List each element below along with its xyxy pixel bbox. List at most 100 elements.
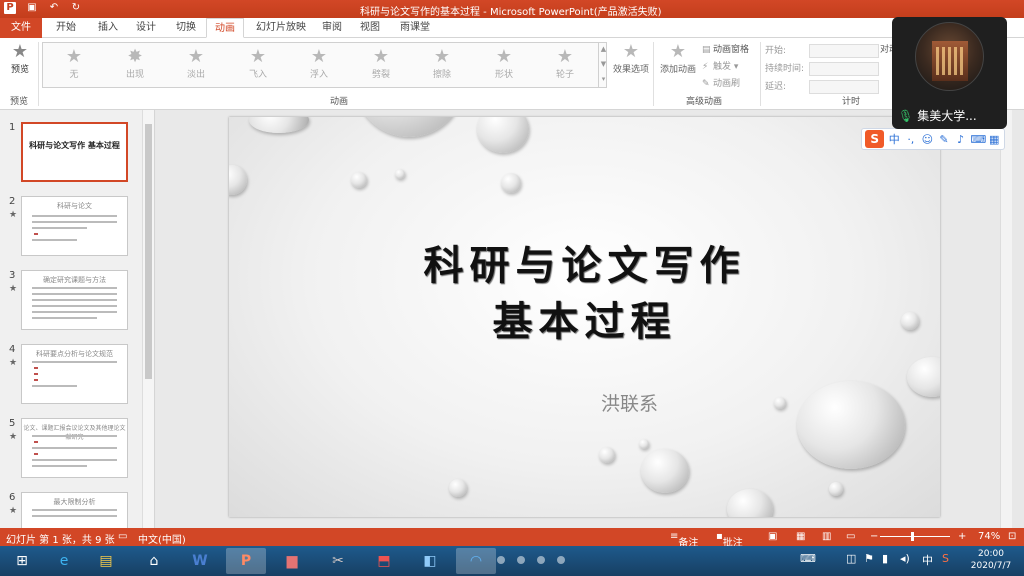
powerpoint-taskbar-icon[interactable]: P [226, 548, 266, 574]
slide-number: 6 [9, 492, 16, 503]
slide-title-line1[interactable]: 科研与论文写作 [229, 233, 940, 291]
animation-wheel[interactable]: ★ 轮子 [540, 47, 590, 81]
keyboard-tray-icon[interactable]: ⌨ [800, 552, 816, 565]
tab-transitions[interactable]: 切换 [168, 18, 204, 38]
tab-home[interactable]: 开始 [48, 18, 84, 38]
tab-view[interactable]: 视图 [352, 18, 388, 38]
tab-design[interactable]: 设计 [128, 18, 164, 38]
battery-tray-icon[interactable]: ▮ [882, 552, 888, 565]
emoji-icon[interactable]: ☺ [921, 133, 935, 146]
tencent-meeting-icon[interactable]: ◠ [456, 548, 496, 574]
zoom-in-icon[interactable]: + [958, 531, 966, 542]
slideshow-view-icon[interactable]: ▭ [846, 531, 855, 542]
save-icon[interactable]: ▣ [26, 2, 38, 14]
add-animation-label: 添加动画 [659, 65, 696, 75]
zoom-level[interactable]: 74% [978, 531, 1000, 542]
animation-pane-button[interactable]: ▤ 动画窗格 [702, 42, 749, 59]
delay-input[interactable] [809, 80, 879, 94]
slide-title-line2[interactable]: 基本过程 [229, 289, 940, 347]
word-icon[interactable]: W [180, 548, 220, 574]
reading-view-icon[interactable]: ▥ [822, 531, 831, 542]
preview-button[interactable]: ★ 预览 [4, 42, 36, 92]
keyboard-icon[interactable]: ⌨ [970, 133, 986, 146]
animation-fly-in[interactable]: ★ 飞入 [233, 47, 283, 81]
animation-star-icon: ★ [9, 210, 18, 220]
microphone-icon: 🎙 [898, 109, 914, 123]
slide-author[interactable]: 洪联系 [229, 389, 940, 416]
animation-none[interactable]: ★ 无 [49, 47, 99, 81]
ime-tray-indicator[interactable]: 中 [922, 552, 933, 568]
notes-button[interactable]: ≡ 备注 [670, 531, 698, 549]
animation-shape[interactable]: ★ 形状 [479, 47, 529, 81]
slide-sorter-icon[interactable]: ▦ [796, 531, 805, 542]
file-explorer-icon[interactable]: ▤ [86, 548, 126, 574]
tab-review[interactable]: 审阅 [314, 18, 350, 38]
animation-painter-button[interactable]: ✎ 动画刷 [702, 76, 749, 93]
tools-app-icon[interactable]: ✂ [318, 548, 358, 574]
proofing-icon[interactable]: ▭ [118, 531, 127, 542]
zoom-slider[interactable] [880, 536, 950, 537]
slide-thumbnail-row[interactable]: 2 ★ 科研与论文 [0, 196, 140, 264]
slide-thumbnail-row[interactable]: 5 ★ 论文、课题汇报会议论文及其他理论文献研究 [0, 418, 140, 486]
canvas-scrollbar[interactable] [1000, 110, 1012, 528]
animation-wipe[interactable]: ★ 擦除 [417, 47, 467, 81]
comments-button[interactable]: ▪ 批注 [716, 531, 743, 549]
tab-rain-classroom[interactable]: 雨课堂 [392, 18, 438, 38]
toolbox-icon[interactable]: ▦ [987, 133, 1001, 146]
toolbox-app-icon[interactable]: ▆ [272, 548, 312, 574]
thumbnails-scroll-thumb[interactable] [145, 124, 152, 379]
video-call-overlay[interactable]: 🎙 集美大学... [892, 17, 1007, 129]
animation-label: 轮子 [555, 70, 574, 80]
trigger-button[interactable]: ⚡ 触发 ▾ [702, 59, 749, 76]
flag-tray-icon[interactable]: ⚑ [864, 552, 874, 565]
ie-browser-icon[interactable]: e [44, 548, 84, 574]
animation-float-in[interactable]: ★ 浮入 [294, 47, 344, 81]
thumbnails-scrollbar[interactable] [142, 110, 154, 528]
normal-view-icon[interactable]: ▣ [768, 531, 777, 542]
duration-input[interactable] [809, 62, 879, 76]
undo-icon[interactable]: ↶ [48, 2, 60, 14]
recorder-app-icon[interactable]: ◧ [410, 548, 450, 574]
fit-slide-icon[interactable]: ⊡ [1008, 531, 1016, 542]
slide-thumbnail[interactable]: 科研与论文 [21, 196, 128, 256]
skin-icon[interactable]: ✎ [937, 133, 951, 146]
slide-thumbnail[interactable]: 科研与论文写作 基本过程 [21, 122, 128, 182]
start-icon[interactable]: ⊞ [2, 548, 42, 574]
slide-canvas[interactable]: 科研与论文写作 基本过程 洪联系 [229, 117, 940, 517]
slide-thumbnail-row[interactable]: 3 ★ 确定研究课题与方法 [0, 270, 140, 338]
slide-thumbnail[interactable]: 确定研究课题与方法 [21, 270, 128, 330]
language-indicator[interactable]: 中文(中国) [138, 531, 186, 546]
slide-thumbnail[interactable]: 论文、课题汇报会议论文及其他理论文献研究 [21, 418, 128, 478]
animation-split[interactable]: ★ 劈裂 [356, 47, 406, 81]
punctuation-icon[interactable]: ·, [904, 133, 918, 146]
redo-icon[interactable]: ↻ [70, 2, 82, 14]
animation-appear[interactable]: ✸ 出现 [110, 47, 160, 81]
voice-icon[interactable]: ♪ [954, 133, 968, 146]
thumbnail-title: 科研与论文写作 基本过程 [29, 141, 120, 150]
tab-animations[interactable]: 动画 [206, 18, 244, 38]
slide-thumbnail[interactable]: 科研要点分析与论文规范 [21, 344, 128, 404]
sogou-tray-icon[interactable]: S [942, 552, 949, 565]
gallery-scroll[interactable]: ▲ ▼ ▾ [598, 42, 608, 88]
home-icon[interactable]: ⌂ [134, 548, 174, 574]
animation-fade[interactable]: ★ 淡出 [171, 47, 221, 81]
start-select[interactable] [809, 44, 879, 58]
network-tray-icon[interactable]: ◫ [846, 552, 856, 565]
slide-thumbnail-row[interactable]: 4 ★ 科研要点分析与论文规范 [0, 344, 140, 412]
chinese-mode-icon[interactable]: 中 [887, 131, 901, 147]
tab-file[interactable]: 文件 [0, 18, 42, 38]
zoom-slider-thumb[interactable] [911, 532, 914, 541]
slide-thumbnail[interactable]: 最大限制分析 [21, 492, 128, 528]
sogou-logo-icon[interactable]: S [865, 130, 885, 148]
system-clock[interactable]: 20:00 2020/7/7 [966, 548, 1016, 572]
slide-thumbnail-row[interactable]: 6 ★ 最大限制分析 [0, 492, 140, 528]
slide-thumbnail-row[interactable]: 1 科研与论文写作 基本过程 [0, 122, 140, 190]
effect-options-button[interactable]: ★ 效果选项 [610, 42, 652, 76]
volume-tray-icon[interactable]: ◂) [900, 552, 910, 565]
powerpoint-app-icon[interactable]: P [4, 2, 16, 14]
zoom-out-icon[interactable]: − [870, 531, 878, 542]
pdf-reader-icon[interactable]: ⬒ [364, 548, 404, 574]
tab-insert[interactable]: 插入 [90, 18, 126, 38]
tab-slideshow[interactable]: 幻灯片放映 [248, 18, 314, 38]
add-animation-button[interactable]: ★ 添加动画 [656, 42, 700, 76]
